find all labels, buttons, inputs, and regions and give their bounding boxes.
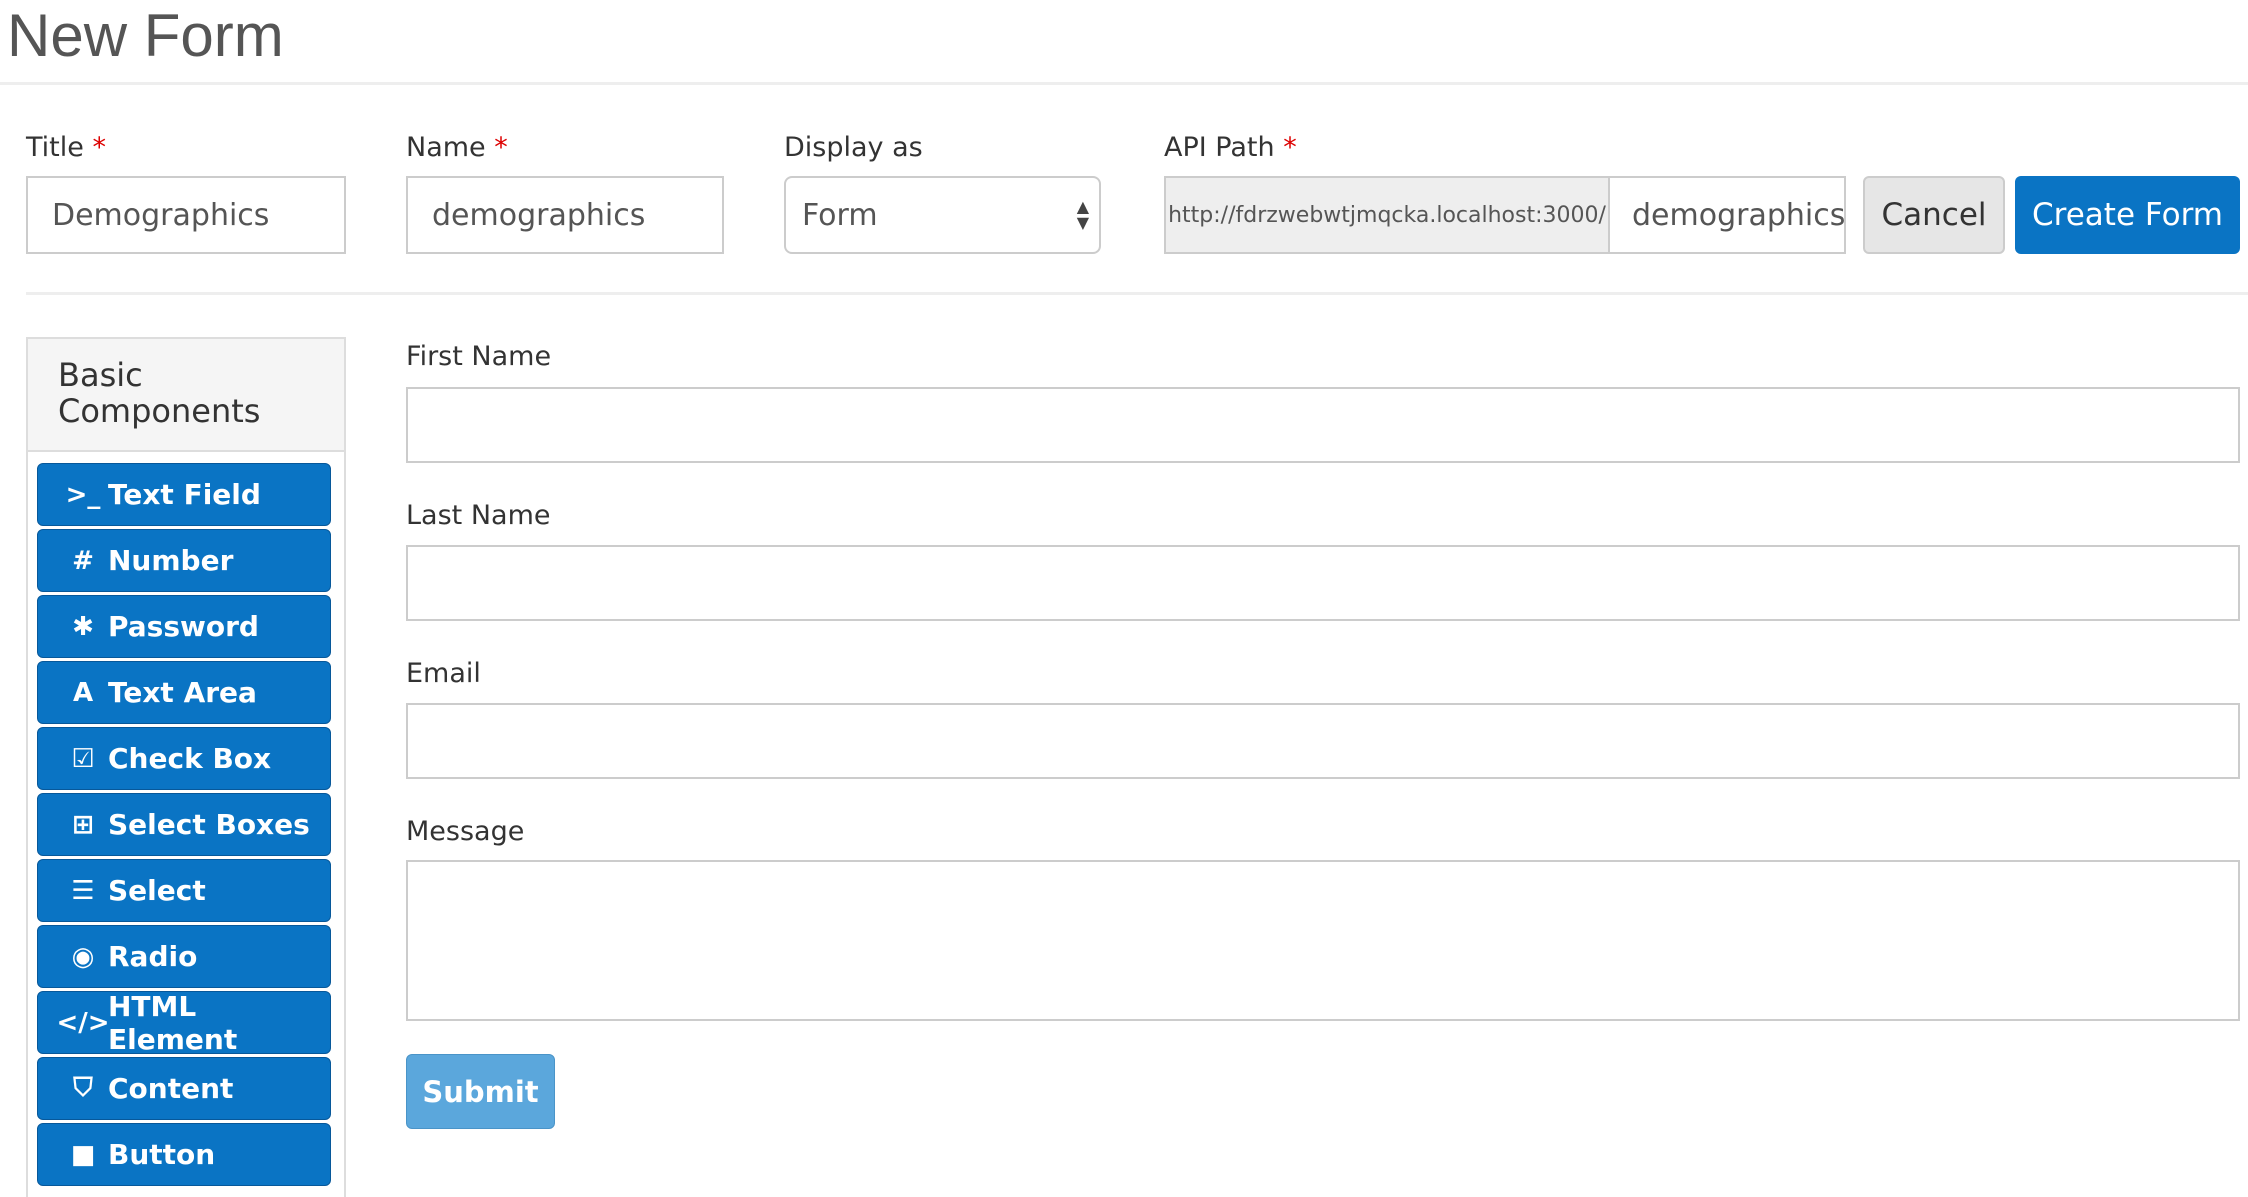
check-square-icon: ☑ — [71, 743, 95, 774]
submit-button[interactable]: Submit — [406, 1054, 555, 1129]
component-password[interactable]: ✱ Password — [37, 595, 331, 658]
create-form-button[interactable]: Create Form — [2015, 176, 2240, 254]
name-label: Name * — [406, 132, 508, 164]
component-label: Content — [108, 1072, 234, 1105]
component-label: Check Box — [108, 742, 272, 775]
hashtag-icon: # — [72, 545, 94, 576]
panel-title: Basic Components — [28, 339, 344, 452]
component-content[interactable]: ⛉ Content — [37, 1057, 331, 1120]
component-select-boxes[interactable]: ⊞ Select Boxes — [37, 793, 331, 856]
plus-square-icon: ⊞ — [72, 809, 94, 840]
list-icon: ☰ — [71, 875, 95, 906]
component-text-area[interactable]: A Text Area — [37, 661, 331, 724]
component-radio[interactable]: ◉ Radio — [37, 925, 331, 988]
api-label: API Path * — [1164, 132, 1297, 164]
component-check-box[interactable]: ☑ Check Box — [37, 727, 331, 790]
required-mark: * — [1283, 132, 1297, 163]
title-input[interactable]: Demographics — [26, 176, 346, 254]
components-panel: Basic Components >_ Text Field # Number ✱ Pas… — [26, 337, 346, 1197]
required-mark: * — [494, 132, 508, 163]
display-select[interactable]: Form ▲ ▼ — [784, 176, 1101, 254]
header-divider — [0, 82, 2248, 85]
select-arrows-icon: ▲ ▼ — [1076, 197, 1089, 232]
display-label: Display as — [784, 132, 923, 163]
label-text: Name — [406, 132, 486, 163]
component-html-element[interactable]: </> HTML Element — [37, 989, 331, 1056]
display-value: Form — [802, 197, 878, 233]
label-text: API Path — [1164, 132, 1275, 163]
api-path-prefix: http://fdrzwebwtjmqcka.localhost:3000/ — [1164, 176, 1610, 254]
component-label: Text Area — [108, 676, 257, 709]
cancel-button[interactable]: Cancel — [1863, 176, 2005, 254]
field-label: First Name — [406, 341, 552, 372]
component-label: Select Boxes — [108, 808, 310, 841]
component-label: Radio — [108, 940, 198, 973]
title-label: Title * — [26, 132, 106, 164]
component-label: Text Field — [108, 478, 261, 511]
last-name-input[interactable] — [406, 545, 2240, 621]
message-textarea[interactable] — [406, 860, 2240, 1021]
component-label: Password — [108, 610, 259, 643]
dot-circle-icon: ◉ — [71, 941, 95, 972]
field-label: Last Name — [406, 500, 551, 531]
code-icon: </> — [56, 1007, 110, 1038]
component-select[interactable]: ☰ Select — [37, 859, 331, 922]
section-divider — [26, 292, 2248, 295]
component-label: Number — [108, 544, 234, 577]
terminal-icon: >_ — [65, 479, 101, 510]
html5-icon: ⛉ — [73, 1073, 93, 1103]
name-input[interactable]: demographics — [406, 176, 724, 254]
component-label: Button — [108, 1138, 216, 1171]
page-title: New Form — [7, 2, 284, 69]
first-name-input[interactable] — [406, 387, 2240, 463]
component-button[interactable]: ■ Button — [37, 1123, 331, 1186]
api-path-input[interactable]: demographics — [1608, 176, 1846, 254]
stop-icon: ■ — [70, 1139, 96, 1170]
component-label: Select — [108, 874, 206, 907]
font-icon: A — [72, 677, 94, 708]
component-text-field[interactable]: >_ Text Field — [37, 463, 331, 526]
component-label: HTML Element — [108, 989, 238, 1056]
asterisk-icon: ✱ — [72, 611, 94, 642]
component-number[interactable]: # Number — [37, 529, 331, 592]
field-label: Email — [406, 658, 481, 689]
required-mark: * — [92, 132, 106, 163]
field-label: Message — [406, 816, 525, 847]
label-text: Title — [26, 132, 84, 163]
email-input[interactable] — [406, 703, 2240, 779]
